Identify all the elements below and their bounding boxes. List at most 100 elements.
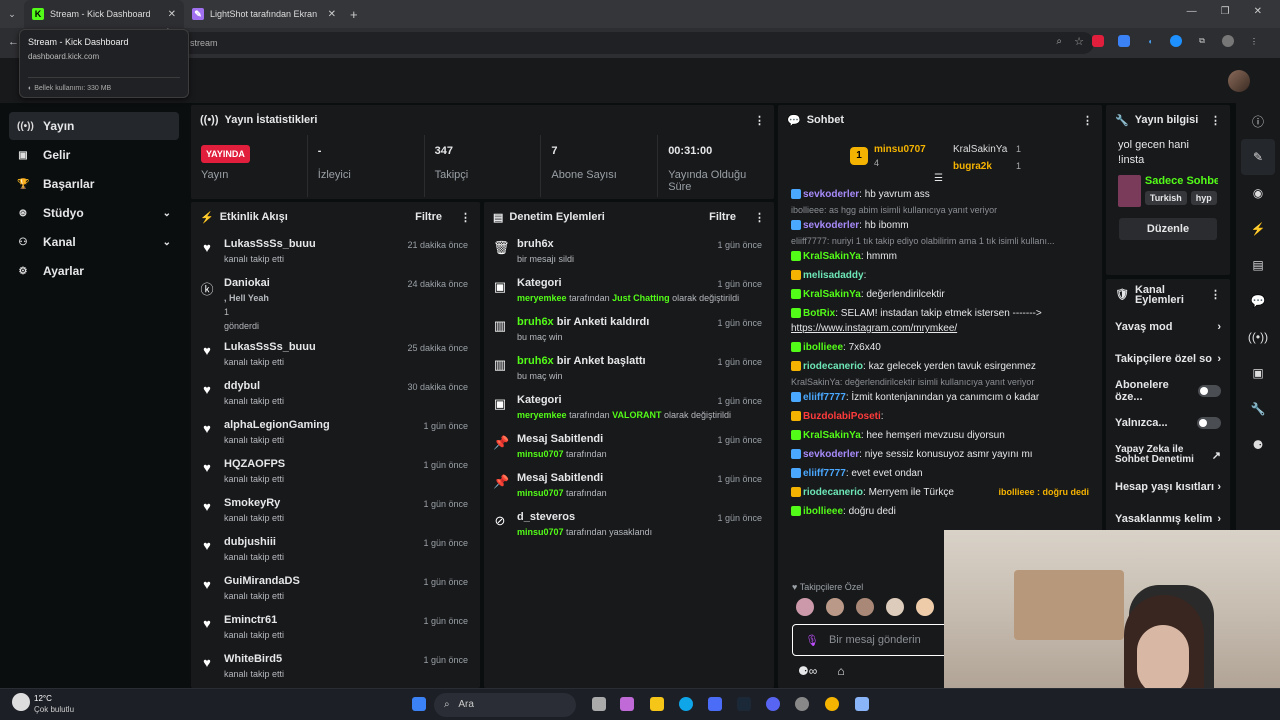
activity-item[interactable]: ♥ LukasSsSs_buuu kanalı takip etti 25 dakik… bbox=[191, 335, 480, 374]
bolt-icon[interactable]: ⚡ bbox=[1236, 211, 1280, 247]
chat-username[interactable]: sevkoderler bbox=[803, 220, 859, 231]
chat-username[interactable]: BuzdolabiPoseti bbox=[803, 411, 881, 422]
copilot-icon[interactable] bbox=[620, 697, 634, 711]
activity-item[interactable]: ♥ SmokeyRy kanalı takip etti 1 gün önce bbox=[191, 491, 480, 530]
camera-icon[interactable]: ◉ bbox=[1236, 175, 1280, 211]
channel-action-item[interactable]: Yasaklanmış kelim › bbox=[1106, 503, 1230, 531]
chat-username[interactable]: ibollieee bbox=[803, 506, 843, 517]
chat-username[interactable]: KralSakinYa bbox=[803, 251, 861, 262]
extension-red-icon[interactable] bbox=[1092, 35, 1104, 47]
settings-icon[interactable] bbox=[855, 697, 869, 711]
new-tab-button[interactable]: + bbox=[350, 7, 358, 22]
emote-icon[interactable] bbox=[886, 598, 904, 616]
maximize-icon[interactable]: ❐ bbox=[1221, 6, 1230, 17]
activity-item[interactable]: ♥ GuiMirandaDS kanalı takip etti 1 gün önce bbox=[191, 569, 480, 608]
channel-action-item[interactable]: Yavaş mod › bbox=[1106, 311, 1230, 343]
back-icon[interactable]: ← bbox=[8, 36, 19, 48]
sidebar-item-studyo[interactable]: ⊛ Stüdyo ⌄ bbox=[9, 199, 179, 227]
activity-item[interactable]: ♥ WhiteBird5 kanalı takip etti 1 gün önce bbox=[191, 647, 480, 686]
app-icon[interactable] bbox=[795, 697, 809, 711]
extension-audio-icon[interactable]: ◖ bbox=[1144, 35, 1156, 47]
store-icon[interactable] bbox=[708, 697, 722, 711]
chat-username[interactable]: sevkoderler bbox=[803, 449, 859, 460]
minimize-icon[interactable]: — bbox=[1187, 6, 1197, 17]
shield-icon[interactable]: ▣ bbox=[1236, 355, 1280, 391]
moderation-item[interactable]: 📌 Mesaj Sabitlendi minsu0707 tarafından 1 g… bbox=[484, 427, 774, 466]
chat-username[interactable]: eliiff7777 bbox=[803, 468, 846, 479]
moderation-item[interactable]: ▥ bruh6x bir Anketi kaldırdı bu maç win 1 g… bbox=[484, 310, 774, 349]
channel-action-item[interactable]: Yapay Zeka ile Sohbet Denetimi ↗ bbox=[1106, 439, 1230, 471]
close-window-icon[interactable]: ✕ bbox=[1254, 6, 1262, 17]
settings-infinity-icon[interactable]: ⚈∞ bbox=[798, 664, 817, 678]
wrench-icon[interactable]: 🔧 bbox=[1236, 391, 1280, 427]
emote-icon[interactable] bbox=[856, 598, 874, 616]
emote-icon[interactable] bbox=[916, 598, 934, 616]
chat-username[interactable]: sevkoderler bbox=[803, 189, 859, 200]
info-icon[interactable]: ⓘ bbox=[1236, 103, 1280, 139]
activity-item[interactable]: ♥ LukasSsSs_buuu kanalı takip etti 21 dakik… bbox=[191, 232, 480, 271]
chat-username[interactable]: KralSakinYa bbox=[803, 289, 861, 300]
sidebar-item-kanal[interactable]: ⚇ Kanal ⌄ bbox=[9, 228, 179, 256]
channel-action-item[interactable]: Abonelere öze... bbox=[1106, 375, 1230, 407]
chat-username[interactable]: KralSakinYa bbox=[803, 430, 861, 441]
activity-item[interactable]: ⓚ Daniokai , Hell Yeah 1 gönderdi 24 dakika ö… bbox=[191, 271, 480, 335]
broadcast-icon[interactable]: ((•)) bbox=[1236, 319, 1280, 355]
mic-icon[interactable]: 🎙 bbox=[805, 634, 819, 647]
tab-lightshot[interactable]: ✎ LightShot tarafından Ekran Gör... ✕ bbox=[184, 0, 344, 28]
toggle-switch[interactable] bbox=[1197, 385, 1221, 397]
user-avatar[interactable] bbox=[1228, 70, 1250, 92]
channel-action-item[interactable]: Takipçilere özel so › bbox=[1106, 343, 1230, 375]
chat-username[interactable]: riodecanerio bbox=[803, 487, 863, 498]
moderation-item[interactable]: ▣ Kategori meryemkee tarafından VALORANT o… bbox=[484, 388, 774, 427]
steam-icon[interactable] bbox=[737, 697, 751, 711]
moderation-filter-button[interactable]: Filtre bbox=[709, 211, 736, 223]
bookmark-star-icon[interactable]: ☆ bbox=[1074, 35, 1084, 48]
taskbar-search[interactable]: ⌕ Ara bbox=[434, 693, 576, 717]
sidebar-item-basarilar[interactable]: 🏆 Başarılar bbox=[9, 170, 179, 198]
taskview-icon[interactable] bbox=[592, 697, 606, 711]
close-tab-icon[interactable]: ✕ bbox=[168, 9, 176, 20]
browser-menu-icon[interactable]: ⋮ bbox=[1248, 35, 1260, 47]
chat-username[interactable]: eliiff7777 bbox=[803, 392, 846, 403]
toggle-switch[interactable] bbox=[1197, 417, 1221, 429]
profile-avatar-icon[interactable] bbox=[1222, 35, 1234, 47]
channel-action-item[interactable]: Hesap yaşı kısıtları › bbox=[1106, 471, 1230, 503]
tab-search-icon[interactable]: ⌄ bbox=[0, 9, 24, 20]
chat-link[interactable]: https://www.instagram.com/mrymkee/ bbox=[791, 321, 1089, 336]
extensions-puzzle-icon[interactable]: ⧉ bbox=[1196, 35, 1208, 47]
moderation-menu-icon[interactable]: ⋮ bbox=[754, 211, 765, 224]
channel-actions-menu-icon[interactable]: ⋮ bbox=[1210, 290, 1221, 301]
activity-item[interactable]: ♥ alphaLegionGaming kanalı takip etti 1 gün… bbox=[191, 413, 480, 452]
channel-action-item[interactable]: Yalnızca... bbox=[1106, 407, 1230, 439]
tag-chip[interactable]: hyp bbox=[1190, 191, 1217, 205]
chat-icon[interactable]: 💬 bbox=[1236, 283, 1280, 319]
sidebar-item-ayarlar[interactable]: ⚙ Ayarlar bbox=[9, 257, 179, 285]
store-icon[interactable]: ⌂ bbox=[837, 664, 844, 678]
moderation-item[interactable]: ▥ bruh6x bir Anket başlattı bu maç win 1 gü… bbox=[484, 349, 774, 388]
chat-username[interactable]: BotRix bbox=[803, 308, 835, 319]
emote-icon[interactable] bbox=[826, 598, 844, 616]
tab-kick-dashboard[interactable]: K Stream - Kick Dashboard ✕ bbox=[24, 0, 184, 28]
moderation-item[interactable]: 🗑 bruh6x bir mesajı sildi 1 gün önce bbox=[484, 232, 774, 271]
zoom-icon[interactable]: ⌕ bbox=[1056, 36, 1062, 47]
edit-pencil-icon[interactable]: ✎ bbox=[1241, 139, 1275, 175]
sidebar-item-gelir[interactable]: ▣ Gelir bbox=[9, 141, 179, 169]
emote-icon[interactable] bbox=[796, 598, 814, 616]
moderation-item[interactable]: ⊘ d_steveros minsu0707 tarafından yasaklan… bbox=[484, 505, 774, 544]
stream-info-menu-icon[interactable]: ⋮ bbox=[1210, 114, 1221, 127]
discord-icon[interactable] bbox=[766, 697, 780, 711]
sidebar-item-yayin[interactable]: ((•)) Yayın bbox=[9, 112, 179, 140]
chat-username[interactable]: melisadaddy bbox=[803, 270, 864, 281]
windows-start-icon[interactable] bbox=[412, 697, 426, 711]
moderation-item[interactable]: ▣ Kategori meryemkee tarafından Just Chatt… bbox=[484, 271, 774, 310]
document-icon[interactable]: ▤ bbox=[1236, 247, 1280, 283]
chrome-icon[interactable] bbox=[825, 697, 839, 711]
activity-item[interactable]: ♥ ddybul kanalı takip etti 30 dakika önce bbox=[191, 374, 480, 413]
moderation-item[interactable]: 📌 Mesaj Sabitlendi minsu0707 tarafından 1 g… bbox=[484, 466, 774, 505]
activity-menu-icon[interactable]: ⋮ bbox=[460, 211, 471, 224]
chat-username[interactable]: ibollieee bbox=[803, 342, 843, 353]
activity-filter-button[interactable]: Filtre bbox=[415, 211, 442, 223]
extension-translate-icon[interactable] bbox=[1118, 35, 1130, 47]
extension-blue-icon[interactable] bbox=[1170, 35, 1182, 47]
stats-menu-icon[interactable]: ⋮ bbox=[754, 114, 765, 127]
